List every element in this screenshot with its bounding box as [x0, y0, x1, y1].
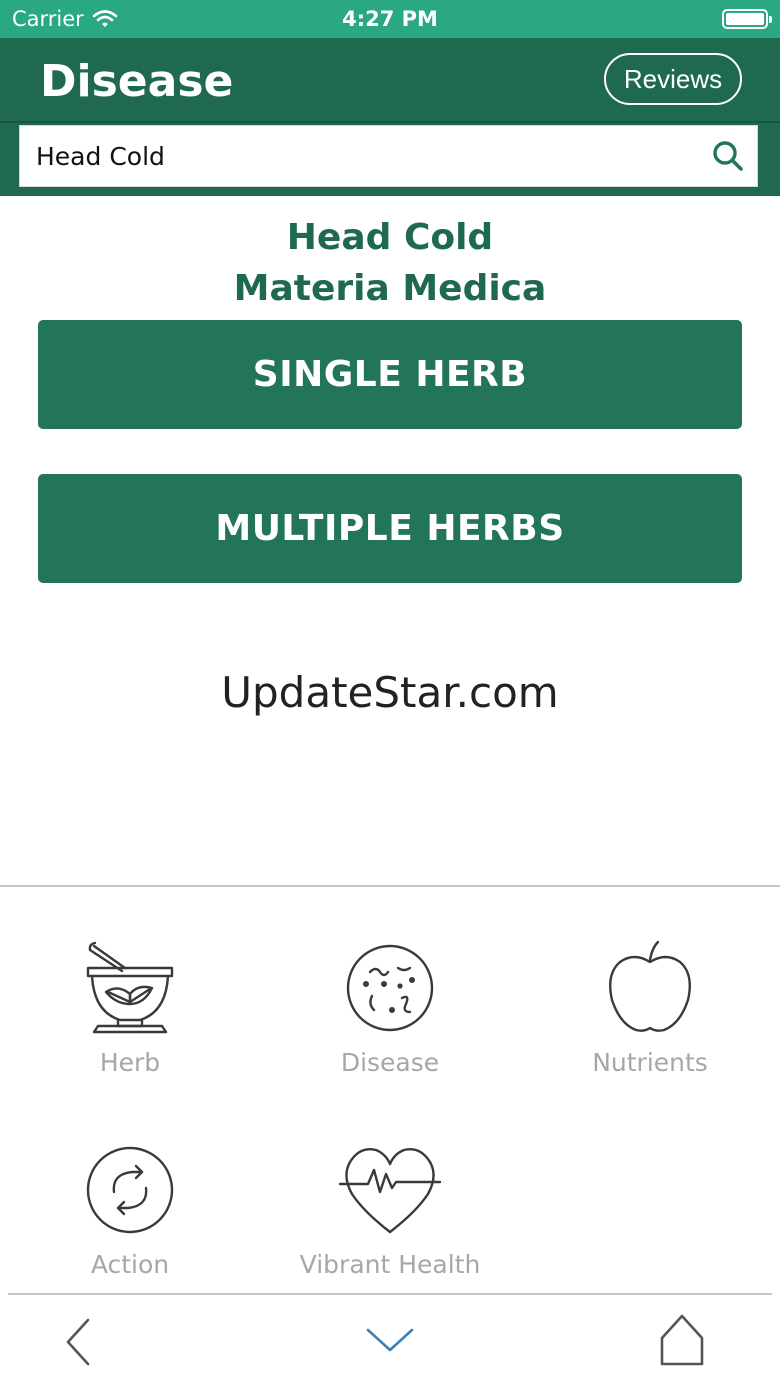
microbe-icon [346, 944, 434, 1032]
battery-icon [722, 9, 772, 29]
result-title-subtitle: Materia Medica [233, 268, 547, 309]
result-title: Head Cold Materia Medica [0, 212, 780, 314]
result-title-disease: Head Cold [286, 217, 494, 258]
cycle-arrows-icon [86, 1146, 174, 1234]
chevron-down-icon[interactable] [360, 1312, 420, 1372]
category-grid-divider [0, 885, 780, 887]
status-bar: Carrier 4:27 PM [0, 0, 780, 38]
category-label-vibrant-health: Vibrant Health [299, 1250, 481, 1279]
bottom-nav-divider [8, 1293, 772, 1295]
header-divider [0, 121, 780, 123]
category-label-nutrients: Nutrients [592, 1048, 708, 1077]
home-icon[interactable] [652, 1312, 712, 1372]
header: Disease Reviews [0, 38, 780, 196]
search-input[interactable] [36, 126, 696, 186]
category-nutrients[interactable]: Nutrients [520, 938, 780, 1077]
category-vibrant-health[interactable]: Vibrant Health [260, 1140, 520, 1279]
single-herb-button[interactable]: SINGLE HERB [38, 320, 742, 429]
category-disease[interactable]: Disease [260, 938, 520, 1077]
mortar-pestle-icon [86, 941, 174, 1034]
search-icon[interactable] [711, 139, 745, 173]
status-time: 4:27 PM [342, 7, 438, 31]
apple-icon [609, 940, 691, 1032]
chevron-left-icon[interactable] [50, 1312, 110, 1372]
multiple-herbs-button[interactable]: MULTIPLE HERBS [38, 474, 742, 583]
reviews-button[interactable]: Reviews [604, 53, 742, 105]
category-label-action: Action [90, 1250, 170, 1279]
search-box[interactable] [19, 125, 758, 187]
category-herb[interactable]: Herb [0, 938, 260, 1077]
heartbeat-icon [338, 1148, 442, 1234]
category-label-herb: Herb [99, 1048, 161, 1077]
page-title: Disease [40, 56, 234, 107]
category-label-disease: Disease [340, 1048, 440, 1077]
category-action[interactable]: Action [0, 1140, 260, 1279]
watermark-text: UpdateStar.com [221, 668, 559, 717]
